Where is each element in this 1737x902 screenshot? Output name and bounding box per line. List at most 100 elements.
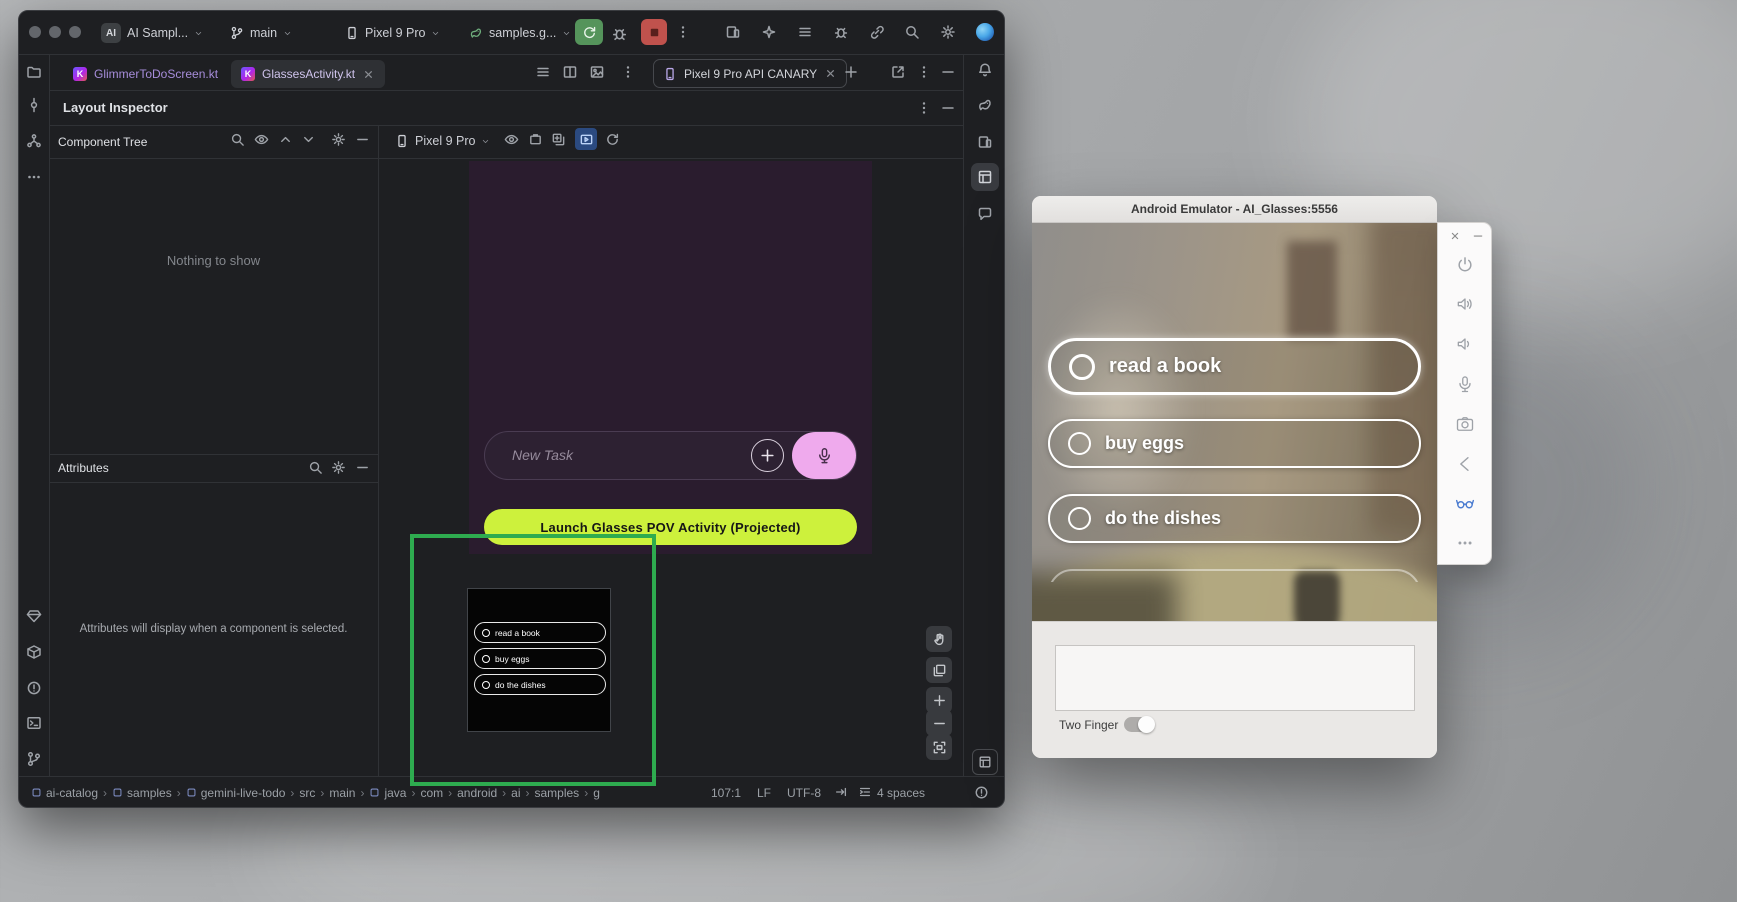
breadcrumb[interactable]: ai-catalog <box>31 786 98 800</box>
attach-debugger-button[interactable] <box>833 24 849 40</box>
two-finger-toggle[interactable] <box>1124 717 1154 732</box>
todo-item-pill[interactable]: buy eggs <box>1048 419 1421 468</box>
component-tree-settings-button[interactable] <box>330 131 346 147</box>
version-control-tool-button[interactable] <box>26 751 42 767</box>
attributes-hide-button[interactable] <box>354 459 370 475</box>
preview-device-selector[interactable]: Pixel 9 Pro <box>389 128 496 154</box>
mini-todo-item[interactable]: do the dishes <box>474 674 606 695</box>
view-mode-list-button[interactable] <box>535 64 551 80</box>
problems-tool-button[interactable] <box>26 680 42 696</box>
expand-all-button[interactable] <box>277 131 293 147</box>
more-options-button[interactable] <box>1455 533 1475 553</box>
layout-inspector-tool-button[interactable] <box>971 163 999 191</box>
volume-down-button[interactable] <box>1455 334 1475 354</box>
emulator-input-area[interactable] <box>1055 645 1415 711</box>
breadcrumb[interactable]: samples <box>112 786 172 800</box>
mini-todo-item[interactable]: buy eggs <box>474 648 606 669</box>
view-mode-split-button[interactable] <box>562 64 578 80</box>
device-selector[interactable]: Pixel 9 Pro <box>339 20 446 46</box>
layout-inspector-options-button[interactable] <box>916 100 932 116</box>
hide-running-devices-button[interactable] <box>940 64 956 80</box>
live-updates-toggle[interactable] <box>575 128 597 150</box>
encoding-widget[interactable]: UTF-8 <box>787 786 821 800</box>
editor-tab-glassesactivity[interactable]: K GlassesActivity.kt <box>231 60 385 88</box>
volume-up-button[interactable] <box>1455 294 1475 314</box>
glasses-mode-button[interactable] <box>1455 493 1475 513</box>
hide-layout-inspector-button[interactable] <box>940 100 956 116</box>
pair-devices-button[interactable] <box>869 24 885 40</box>
structure-tool-button[interactable] <box>26 133 42 149</box>
close-icon[interactable] <box>362 68 375 81</box>
vcs-branch-selector[interactable]: main <box>224 20 298 46</box>
attributes-search-button[interactable] <box>307 459 323 475</box>
rerun-button[interactable] <box>575 19 603 45</box>
collapse-all-button[interactable] <box>300 131 316 147</box>
add-task-button[interactable] <box>751 439 784 472</box>
voice-input-button[interactable] <box>792 432 856 479</box>
refresh-preview-button[interactable] <box>604 131 620 147</box>
minimize-window-button[interactable] <box>49 26 61 38</box>
attributes-settings-button[interactable] <box>330 459 346 475</box>
caret-position-widget[interactable]: 107:1 <box>711 786 741 800</box>
settings-button[interactable] <box>940 24 956 40</box>
zoom-to-fit-button[interactable] <box>926 734 952 760</box>
profile-avatar[interactable] <box>976 23 994 41</box>
inspections-widget[interactable] <box>973 784 989 800</box>
app-quality-insights-button[interactable] <box>26 608 42 624</box>
feedback-tool-button[interactable] <box>977 206 993 222</box>
project-tool-button[interactable] <box>26 64 42 80</box>
editor-tab-glimmertodoscreen[interactable]: K GlimmerToDoScreen.kt <box>63 60 228 88</box>
debug-button[interactable] <box>609 23 629 43</box>
breadcrumb[interactable]: main <box>329 786 355 800</box>
stop-button[interactable] <box>641 19 667 45</box>
running-device-tab[interactable]: Pixel 9 Pro API CANARY <box>653 59 847 88</box>
todo-item-pill[interactable]: read a book <box>1048 338 1421 395</box>
open-in-new-window-button[interactable] <box>890 64 906 80</box>
logcat-button[interactable] <box>797 24 813 40</box>
terminal-tool-button[interactable] <box>26 715 42 731</box>
back-button[interactable] <box>1455 454 1475 474</box>
snapshot-button[interactable] <box>550 131 566 147</box>
camera-button[interactable] <box>1455 414 1475 434</box>
gemini-button[interactable] <box>761 24 777 40</box>
run-more-options-button[interactable] <box>675 24 691 40</box>
view-mode-design-button[interactable] <box>589 64 605 80</box>
breadcrumb[interactable]: android <box>457 786 497 800</box>
zoom-out-button[interactable] <box>926 710 952 736</box>
run-configuration-selector[interactable]: samples.g... <box>463 20 577 46</box>
gradle-tool-button[interactable] <box>977 97 993 113</box>
breadcrumb[interactable]: src <box>299 786 315 800</box>
indent-widget[interactable]: 4 spaces <box>877 786 925 800</box>
project-selector[interactable]: AI AI Sampl... <box>95 20 209 46</box>
minimize-toolbar-button[interactable] <box>1471 229 1485 243</box>
layout-inspector-corner-toggle[interactable] <box>972 749 998 775</box>
component-tree-hide-button[interactable] <box>354 131 370 147</box>
microphone-button[interactable] <box>1455 374 1475 394</box>
more-tools-button[interactable] <box>26 169 42 185</box>
build-tool-button[interactable] <box>26 644 42 660</box>
running-devices-options-button[interactable] <box>916 64 932 80</box>
breadcrumb[interactable]: samples <box>535 786 580 800</box>
launch-glasses-pov-button[interactable]: Launch Glasses POV Activity (Projected) <box>484 509 857 545</box>
close-icon[interactable] <box>824 67 837 80</box>
breadcrumb[interactable]: g <box>593 786 600 800</box>
notifications-button[interactable] <box>977 62 993 78</box>
mini-todo-item[interactable]: read a book <box>474 622 606 643</box>
toggle-layer-visibility-button[interactable] <box>503 131 519 147</box>
commit-tool-button[interactable] <box>26 97 42 113</box>
close-toolbar-button[interactable] <box>1448 229 1462 243</box>
tab-character-widget[interactable] <box>833 784 849 800</box>
add-device-tab-button[interactable] <box>843 64 859 80</box>
close-window-button[interactable] <box>29 26 41 38</box>
pan-mode-button[interactable] <box>926 626 952 652</box>
device-manager-button[interactable] <box>977 134 993 150</box>
component-tree-search-button[interactable] <box>229 131 245 147</box>
power-button[interactable] <box>1455 255 1475 275</box>
maximize-window-button[interactable] <box>69 26 81 38</box>
breadcrumb[interactable]: gemini-live-todo <box>186 786 286 800</box>
editor-options-button[interactable] <box>620 64 636 80</box>
breadcrumb[interactable]: ai <box>511 786 520 800</box>
component-tree-visibility-button[interactable] <box>253 131 269 147</box>
screenshot-button[interactable] <box>527 131 543 147</box>
device-mirroring-button[interactable] <box>725 24 741 40</box>
